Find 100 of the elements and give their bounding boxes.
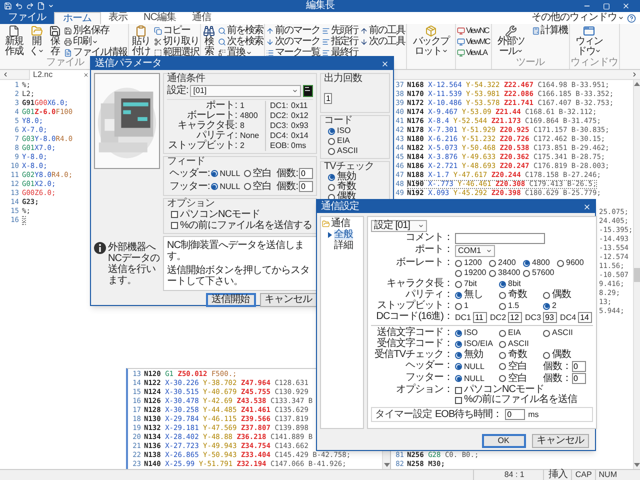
ribbon-button[interactable]: 切り取り bbox=[154, 36, 199, 47]
ribbon-button[interactable]: 貼り付け bbox=[130, 25, 152, 58]
radio-button[interactable]: ASCII bbox=[328, 146, 386, 156]
window-menu[interactable]: その他のウィンドウ bbox=[532, 12, 627, 24]
scrollbar-thumb[interactable] bbox=[634, 268, 640, 282]
ribbon-button[interactable]: 次のマーク bbox=[266, 36, 320, 47]
ribbon-button[interactable]: マーク一覧 bbox=[266, 47, 320, 58]
radio-button[interactable]: 1200 bbox=[455, 258, 489, 268]
undo-icon[interactable] bbox=[15, 2, 23, 10]
tree-item[interactable]: 詳細 bbox=[334, 240, 353, 250]
text-field[interactable]: 0 bbox=[572, 373, 586, 384]
checkbox[interactable]: パソコンNCモード bbox=[171, 210, 260, 220]
text-field[interactable]: 0 bbox=[299, 181, 313, 192]
scroll-down-icon[interactable] bbox=[634, 463, 640, 467]
scrollbar[interactable] bbox=[632, 80, 640, 469]
dialog-button[interactable]: キャンセル bbox=[532, 434, 589, 448]
text-field[interactable]: 14 bbox=[578, 312, 592, 323]
save-icon[interactable] bbox=[4, 2, 12, 10]
text-field[interactable]: 11 bbox=[473, 312, 488, 323]
radio-button[interactable]: 空白 bbox=[244, 182, 276, 192]
text-field[interactable]: 12 bbox=[508, 312, 522, 323]
ribbon-button[interactable]: 保存 bbox=[48, 25, 62, 58]
text-field[interactable]: 0 bbox=[299, 168, 313, 179]
ribbon-button[interactable]: 指定行 bbox=[322, 36, 358, 47]
radio-button[interactable]: 無し bbox=[455, 290, 499, 300]
scroll-right-icon[interactable] bbox=[631, 71, 638, 78]
radio-button[interactable]: ASCII bbox=[543, 328, 587, 338]
radio-button[interactable]: 1.5 bbox=[499, 301, 543, 311]
dropdown[interactable]: COM1 bbox=[455, 245, 495, 257]
scroll-down-icon[interactable] bbox=[384, 463, 390, 467]
dialog-button[interactable]: OK bbox=[482, 434, 526, 448]
radio-button[interactable]: ISO bbox=[328, 126, 386, 136]
text-field[interactable]: 1 bbox=[324, 93, 332, 104]
dialog-button[interactable]: キャンセル bbox=[260, 293, 317, 307]
dropdown[interactable]: 設定 [01] bbox=[371, 220, 427, 232]
ribbon-button[interactable]: ウィンドウ bbox=[570, 25, 608, 58]
ribbon-button[interactable]: ViewNC bbox=[457, 25, 490, 36]
radio-button[interactable]: 2400 bbox=[489, 258, 523, 268]
tree-item[interactable]: 通信 bbox=[331, 218, 350, 228]
ribbon-button[interactable]: 開く bbox=[27, 25, 46, 58]
text-field[interactable]: 93 bbox=[543, 312, 558, 323]
radio-button[interactable]: 4800 bbox=[523, 258, 557, 268]
radio-button[interactable]: 57600 bbox=[523, 268, 557, 278]
radio-button[interactable]: 9600 bbox=[557, 258, 591, 268]
radio-button[interactable]: ISO/EIA bbox=[455, 339, 499, 349]
checkbox[interactable]: パソコンNCモード bbox=[455, 385, 577, 395]
ribbon-button[interactable]: 前を検索 bbox=[218, 25, 263, 36]
radio-button[interactable]: 奇数 bbox=[499, 350, 543, 360]
radio-button[interactable]: 奇数 bbox=[499, 290, 543, 300]
close-icon[interactable] bbox=[83, 72, 89, 78]
ribbon-button[interactable]: 検索 bbox=[202, 25, 216, 58]
ribbon-button[interactable]: 新規作成 bbox=[3, 25, 25, 58]
ribbon-button[interactable]: 次を検索 bbox=[218, 36, 263, 47]
radio-button[interactable]: NULL bbox=[210, 182, 243, 192]
checkbox[interactable]: %の前にファイル名を送信する bbox=[171, 220, 312, 230]
maximize-icon[interactable] bbox=[603, 2, 610, 10]
radio-button[interactable]: 38400 bbox=[489, 268, 523, 278]
radio-button[interactable]: 空白 bbox=[244, 168, 276, 178]
radio-button[interactable]: 1 bbox=[455, 301, 499, 311]
ribbon-button[interactable]: 別名保存 bbox=[64, 25, 127, 36]
radio-button[interactable]: NULL bbox=[210, 168, 243, 178]
ribbon-button[interactable]: 先頭行 bbox=[322, 25, 358, 36]
radio-button[interactable]: ISO bbox=[455, 328, 499, 338]
radio-button[interactable]: EIA bbox=[499, 328, 543, 338]
radio-button[interactable]: EIA bbox=[328, 136, 386, 146]
tree-item[interactable]: 全般 bbox=[334, 230, 353, 240]
help-icon[interactable] bbox=[627, 14, 636, 23]
text-field[interactable]: 0 bbox=[505, 409, 526, 420]
radio-button[interactable]: 空白 bbox=[499, 362, 543, 372]
ribbon-button[interactable]: バックプロット bbox=[408, 25, 454, 58]
ribbon-tab[interactable]: ファイル bbox=[0, 12, 54, 24]
radio-button[interactable]: 偶数 bbox=[543, 350, 587, 360]
dropdown[interactable]: [01] bbox=[190, 84, 301, 96]
ribbon-button[interactable]: 次の工具 bbox=[360, 36, 405, 47]
dialog-button[interactable]: 送信開始 bbox=[206, 293, 256, 307]
document-icon[interactable] bbox=[37, 2, 45, 10]
ribbon-button[interactable]: 前のマーク bbox=[266, 25, 320, 36]
radio-button[interactable]: NULL bbox=[455, 362, 499, 372]
radio-button[interactable]: ASCII bbox=[499, 339, 543, 349]
text-field[interactable] bbox=[455, 233, 545, 244]
ribbon-button[interactable]: ViewMC bbox=[457, 36, 490, 47]
ribbon-tab[interactable]: 通信 bbox=[184, 12, 219, 24]
ribbon-tab[interactable]: 表示 bbox=[100, 12, 136, 24]
ribbon-tab[interactable]: NC編集 bbox=[136, 12, 184, 24]
ribbon-button[interactable]: 外部ツール bbox=[492, 25, 530, 58]
scroll-up-icon[interactable] bbox=[634, 82, 640, 86]
radio-button[interactable]: 7bit bbox=[455, 279, 499, 289]
radio-button[interactable]: 偶数 bbox=[543, 290, 587, 300]
ribbon-button[interactable]: 印刷 bbox=[64, 36, 127, 47]
radio-button[interactable]: 奇数 bbox=[328, 182, 386, 192]
radio-button[interactable]: 19200 bbox=[455, 268, 489, 278]
ribbon-button[interactable]: 範囲選択 bbox=[154, 47, 199, 58]
radio-button[interactable]: 無効 bbox=[328, 172, 386, 182]
radio-button[interactable]: NULL bbox=[455, 374, 499, 384]
text-field[interactable]: 0 bbox=[572, 361, 586, 372]
ribbon-button[interactable]: 前の工具 bbox=[360, 25, 405, 36]
ribbon-button[interactable]: 最終行 bbox=[322, 47, 358, 58]
ribbon-tab[interactable]: ホーム bbox=[54, 12, 100, 24]
radio-button[interactable]: 8bit bbox=[499, 279, 543, 289]
redo-icon[interactable] bbox=[26, 2, 34, 10]
